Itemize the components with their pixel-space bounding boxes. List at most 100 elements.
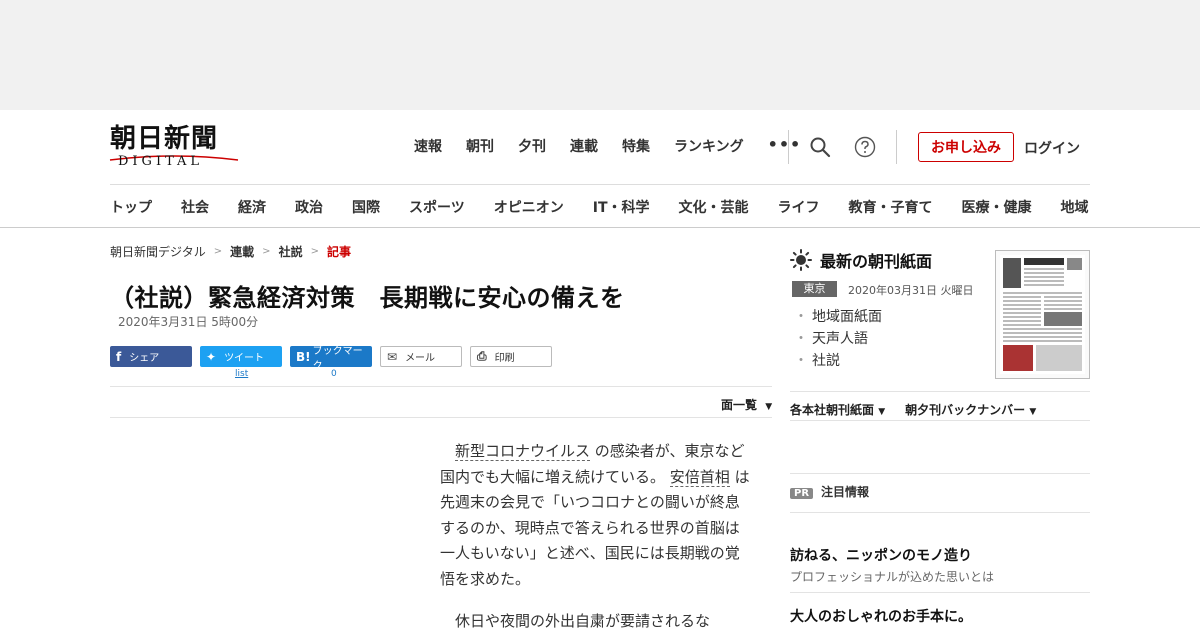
promo-subtitle[interactable]: プロフェッショナルが込めた思いとは [790,568,994,585]
newspaper-thumbnail[interactable] [995,250,1090,379]
pr-section-heading: PR 注目情報 [790,483,869,500]
pr-badge: PR [790,488,814,499]
article-paragraph: 新型コロナウイルス の感染者が、東京など国内でも大幅に増え続けている。 安倍首相… [440,439,752,592]
hatena-bookmark-button[interactable]: B! ブックマーク [290,346,372,372]
link-tensei-jingo[interactable]: 天声人語 [794,328,882,350]
regional-papers-dropdown[interactable]: 各本社朝刊紙面 ▼ [790,401,885,418]
help-icon[interactable] [854,136,876,158]
cat-it-science[interactable]: IT・科学 [593,197,650,217]
caret-down-icon: ▼ [1029,407,1037,417]
page-list-toggle[interactable]: 面一覧 ▼ [721,396,772,413]
subscribe-button[interactable]: お申し込み [918,132,1014,162]
breadcrumb-sep: > [310,246,319,257]
cat-international[interactable]: 国際 [352,197,380,217]
mail-share-button[interactable]: ✉ メール [380,346,462,367]
logo-text: 朝日新聞 [110,124,219,154]
facebook-share-button[interactable]: f シェア [110,346,192,367]
twitter-count[interactable]: list [235,369,248,379]
edition-badge: 東京 [792,281,837,297]
category-nav: トップ 社会 経済 政治 国際 スポーツ オピニオン IT・科学 文化・芸能 ラ… [110,184,1090,228]
nav-breaking[interactable]: 速報 [414,138,442,156]
breadcrumb-home[interactable]: 朝日新聞デジタル [110,243,206,260]
divider [110,417,772,418]
link-local-pages[interactable]: 地域面紙面 [794,306,882,328]
latest-paper-title: 最新の朝刊紙面 [820,252,933,271]
nav-features[interactable]: 特集 [622,138,650,156]
cat-life[interactable]: ライフ [778,197,820,217]
divider [790,420,1090,421]
nav-ranking[interactable]: ランキング [674,138,744,156]
cat-society[interactable]: 社会 [181,197,209,217]
caret-down-icon: ▼ [765,402,773,412]
divider [790,512,1090,513]
paper-links: 地域面紙面 天声人語 社説 [794,306,882,372]
print-button[interactable]: ⎙ 印刷 [470,346,552,367]
dropdown-label: 朝夕刊バックナンバー [905,403,1026,417]
header-divider [788,130,789,164]
twitter-share-label: ツイート [224,353,265,364]
breadcrumb-current: 記事 [326,245,351,259]
divider [790,473,1090,474]
promo-title[interactable]: 訪ねる、ニッポンのモノ造り [790,545,972,565]
breadcrumb-sep: > [213,246,223,257]
twitter-icon: ✦ [206,349,217,364]
edition-date: 2020年03月31日 火曜日 [848,284,974,297]
cat-culture[interactable]: 文化・芸能 [679,197,749,217]
ad-band [0,0,1200,110]
paper-archive-links: 各本社朝刊紙面 ▼ 朝夕刊バックナンバー ▼ [790,401,1036,418]
site-logo[interactable]: 朝日新聞 DIGITAL [109,124,245,172]
cat-economy[interactable]: 経済 [238,197,266,217]
divider [110,386,772,387]
nav-divider [0,227,1200,228]
login-link[interactable]: ログイン [1024,138,1080,158]
nav-more-button[interactable]: ••• [768,137,802,156]
mail-icon: ✉ [387,349,398,364]
page-list-label: 面一覧 [721,398,758,412]
breadcrumb-sep: > [262,246,271,257]
header-divider [896,130,897,164]
article-body: 新型コロナウイルス の感染者が、東京など国内でも大幅に増え続けている。 安倍首相… [440,439,752,630]
link-editorial[interactable]: 社説 [794,350,882,372]
facebook-icon: f [116,349,122,364]
nav-series[interactable]: 連載 [570,138,598,156]
cat-local[interactable]: 地域 [1061,197,1089,217]
mail-share-label: メール [405,353,436,364]
pr-heading-label: 注目情報 [821,485,870,499]
breadcrumb-editorial[interactable]: 社説 [279,243,303,260]
back-numbers-dropdown[interactable]: 朝夕刊バックナンバー ▼ [905,401,1036,418]
newspaper-page-image [1000,255,1085,374]
article-date: 2020年3月31日 5時00分 [118,315,259,329]
facebook-share-label: シェア [129,353,160,364]
caret-down-icon: ▼ [878,407,886,417]
search-icon[interactable] [809,136,831,158]
sun-icon [790,249,812,271]
cat-sports[interactable]: スポーツ [409,197,465,217]
hatena-icon: B! [296,349,311,364]
breadcrumb: 朝日新聞デジタル > 連載 > 社説 > 記事 [110,243,351,260]
print-label: 印刷 [494,353,515,364]
print-icon: ⎙ [477,349,487,363]
topic-link-coronavirus[interactable]: 新型コロナウイルス [455,442,591,461]
breadcrumb-series[interactable]: 連載 [230,243,254,260]
hatena-count[interactable]: 0 [331,369,337,379]
article-paragraph: 休日や夜間の外出自粛が要請されるな [455,612,711,630]
article-title: （社説）緊急経済対策 長期戦に安心の備えを [110,284,625,312]
cat-health[interactable]: 医療・健康 [962,197,1032,217]
topic-link-abe[interactable]: 安倍首相 [669,467,730,487]
divider [790,592,1090,593]
latest-paper-heading[interactable]: 最新の朝刊紙面 [790,248,932,272]
cat-opinion[interactable]: オピニオン [494,197,564,217]
cat-politics[interactable]: 政治 [295,197,323,217]
hatena-share-label: ブックマーク [312,345,363,372]
site-header: 朝日新聞 DIGITAL 速報 朝刊 夕刊 連載 特集 ランキング ••• お申… [109,110,1090,184]
divider [790,391,1090,392]
cat-top[interactable]: トップ [110,197,152,217]
nav-morning[interactable]: 朝刊 [466,138,494,156]
logo-digital: DIGITAL [118,154,204,169]
dropdown-label: 各本社朝刊紙面 [790,403,875,417]
nav-evening[interactable]: 夕刊 [518,138,546,156]
cat-education[interactable]: 教育・子育て [849,197,933,217]
promo-title[interactable]: 大人のおしゃれのお手本に。 [790,606,972,626]
twitter-share-button[interactable]: ✦ ツイート [200,346,282,367]
top-nav: 速報 朝刊 夕刊 連載 特集 ランキング ••• [414,137,802,156]
